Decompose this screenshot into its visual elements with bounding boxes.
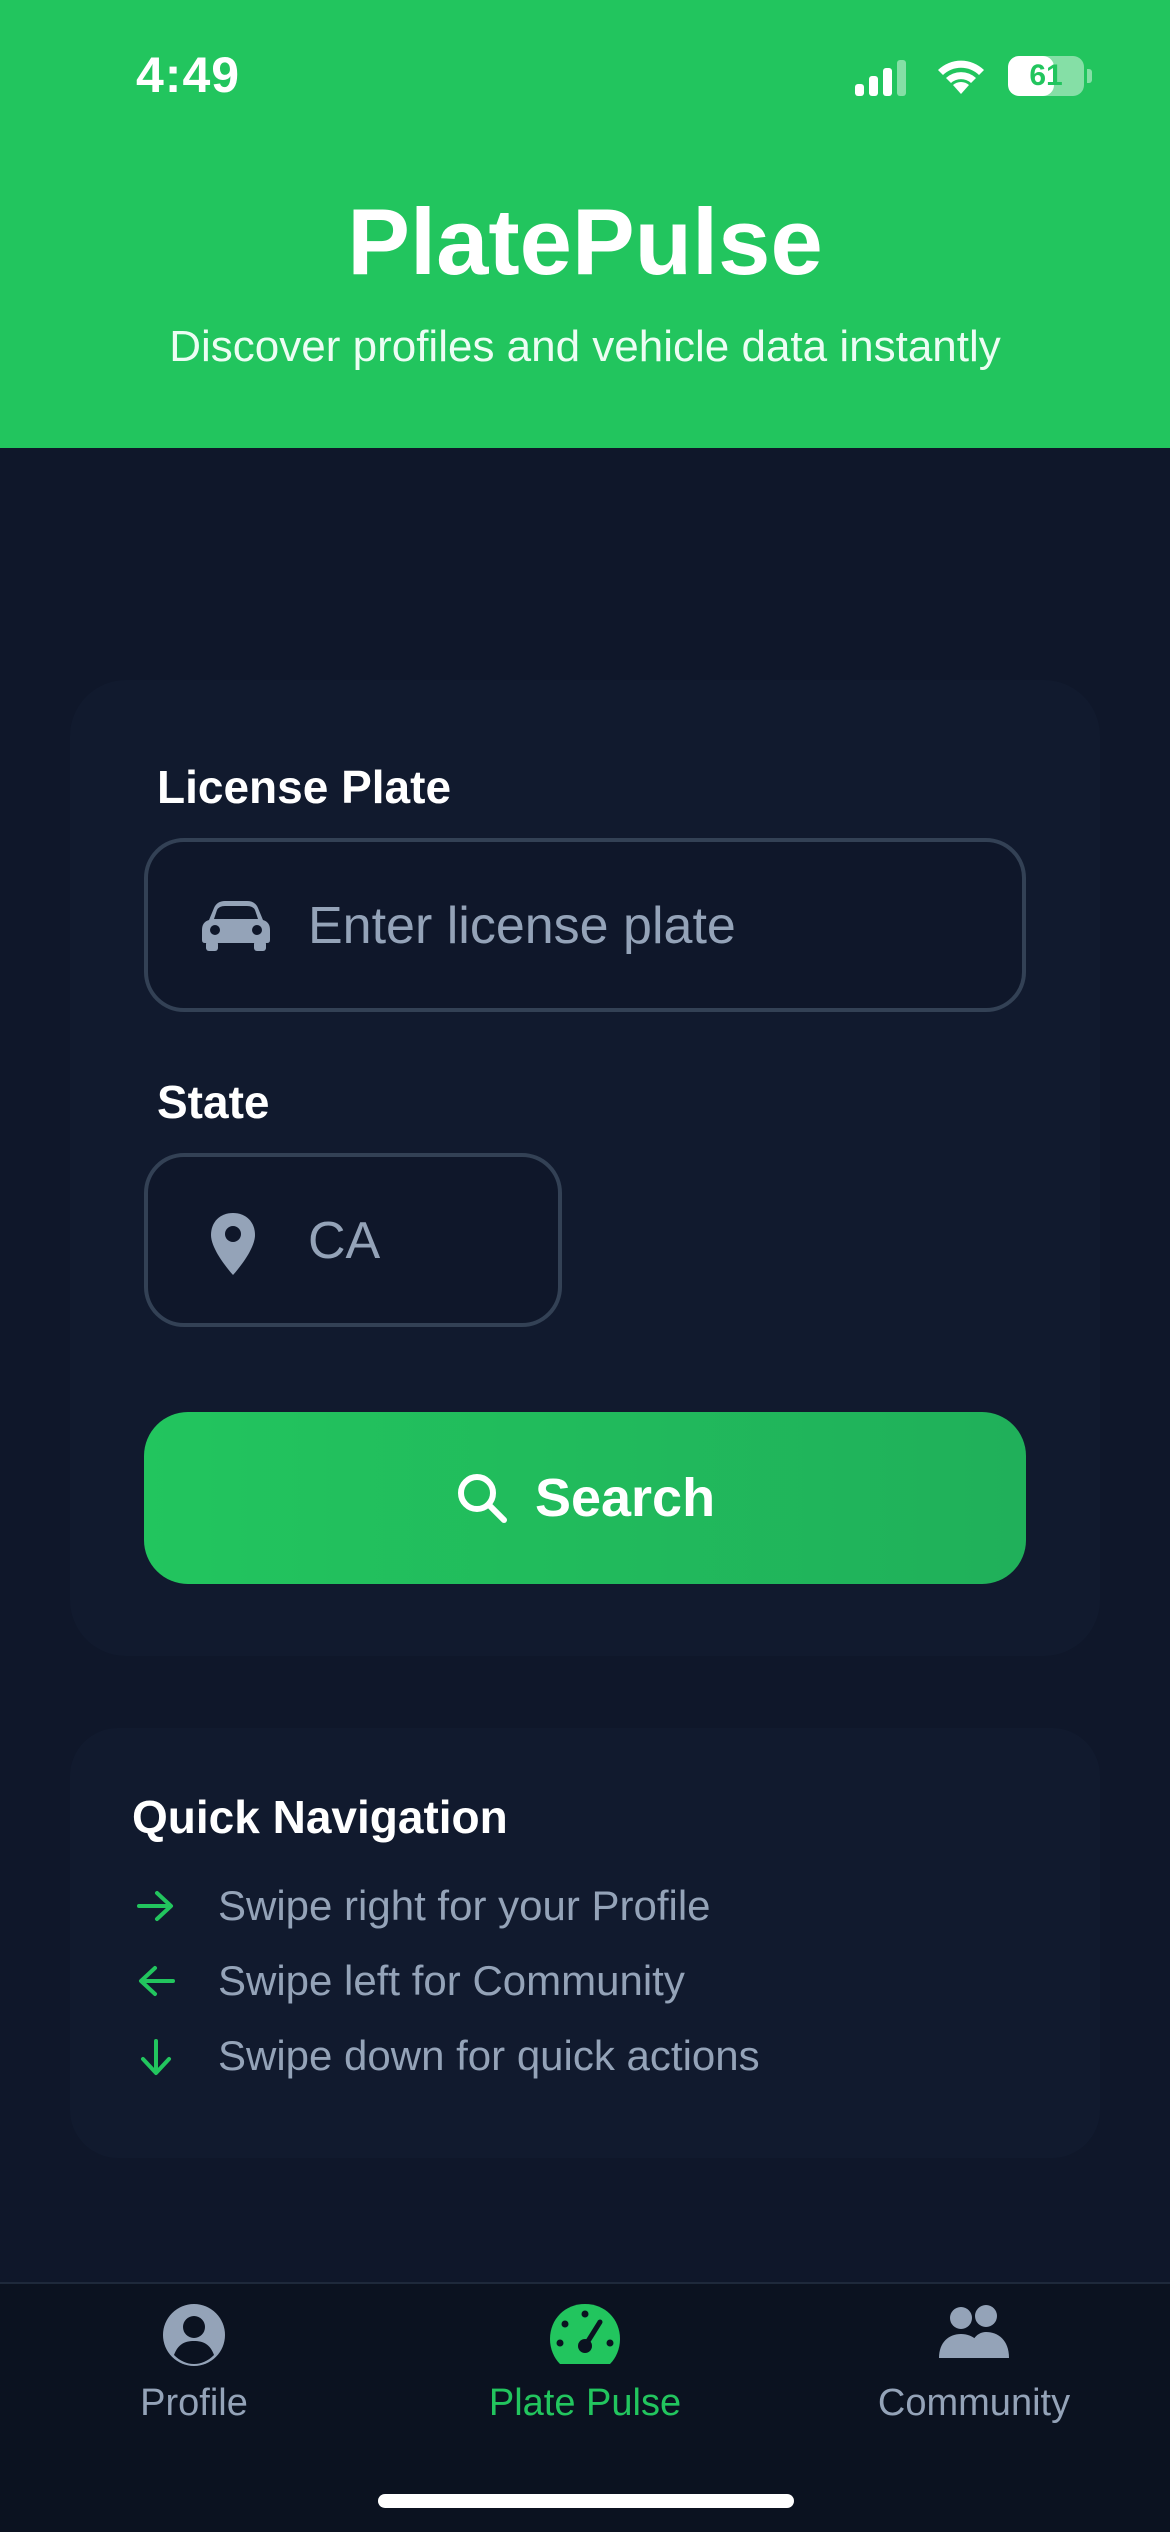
wifi-icon xyxy=(938,60,984,94)
quick-nav-item-text: Swipe left for Community xyxy=(218,1957,685,2004)
quick-nav-item-text: Swipe right for your Profile xyxy=(218,1882,711,1929)
license-plate-label: License Plate xyxy=(157,761,452,813)
tab-profile[interactable]: Profile xyxy=(44,2302,344,2432)
battery-tip xyxy=(1087,69,1092,83)
tab-plate-pulse[interactable]: Plate Pulse xyxy=(435,2302,735,2432)
app-subtitle: Discover profiles and vehicle data insta… xyxy=(169,322,1001,371)
quick-navigation-title: Quick Navigation xyxy=(132,1791,508,1843)
tab-label: Profile xyxy=(140,2382,248,2424)
tab-community[interactable]: Community xyxy=(824,2302,1124,2432)
users-icon xyxy=(939,2305,1009,2358)
magnifier-icon xyxy=(457,1474,507,1523)
state-value: CA xyxy=(308,1212,381,1270)
quick-nav-item: Swipe right for your Profile xyxy=(132,1876,1032,1936)
arrow-down-icon xyxy=(141,2039,171,2075)
map-pin-icon xyxy=(211,1213,255,1275)
speedometer-icon xyxy=(550,2304,620,2364)
quick-nav-item: Swipe left for Community xyxy=(132,1951,1032,2011)
arrow-left-icon xyxy=(139,1966,175,1996)
cellular-signal-icon xyxy=(855,60,906,96)
arrow-right-icon xyxy=(137,1891,173,1921)
search-button[interactable]: Search xyxy=(144,1412,1026,1584)
user-circle-icon xyxy=(163,2304,225,2366)
status-time: 4:49 xyxy=(136,47,241,103)
tab-label: Community xyxy=(877,2382,1071,2424)
license-plate-placeholder: Enter license plate xyxy=(308,897,736,955)
quick-nav-item: Swipe down for quick actions xyxy=(132,2026,1032,2086)
car-icon xyxy=(202,901,270,951)
tab-label: Plate Pulse xyxy=(488,2382,682,2424)
state-input[interactable]: CA xyxy=(144,1153,562,1327)
state-label: State xyxy=(157,1076,270,1128)
license-plate-input[interactable]: Enter license plate xyxy=(144,838,1026,1012)
battery-percent: 61 xyxy=(1029,59,1063,92)
quick-nav-item-text: Swipe down for quick actions xyxy=(218,2032,760,2079)
home-indicator[interactable] xyxy=(378,2494,794,2508)
search-button-label: Search xyxy=(534,1468,716,1528)
battery-indicator: 61 xyxy=(1008,56,1084,96)
app-title: PlatePulse xyxy=(347,189,823,294)
